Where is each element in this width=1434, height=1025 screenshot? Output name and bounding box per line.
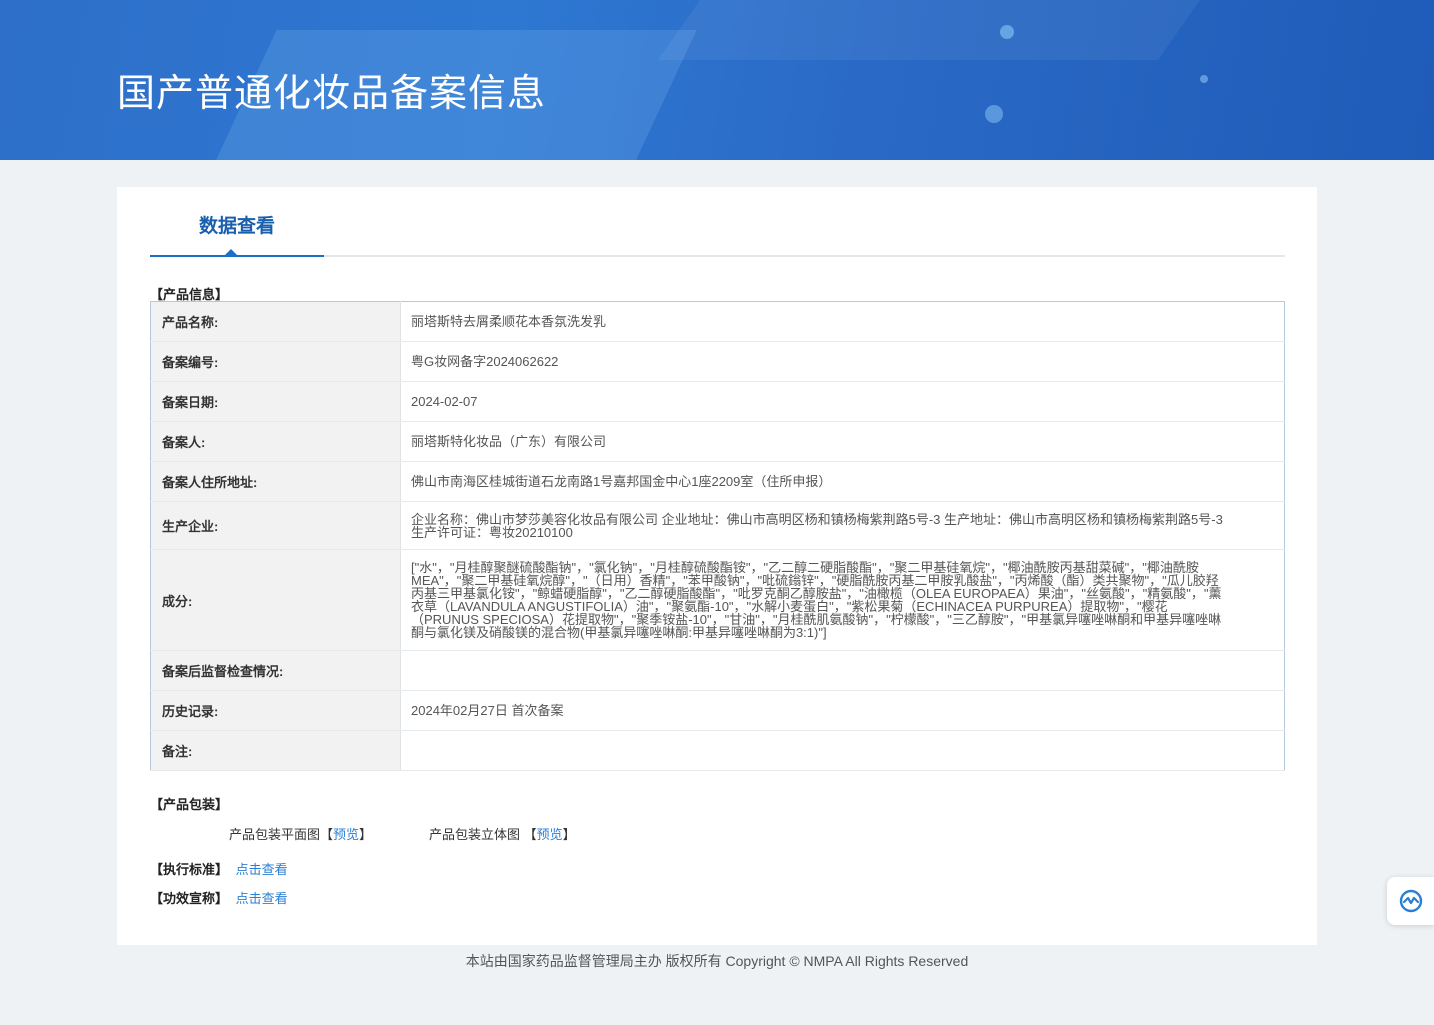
banner-dot (1000, 25, 1014, 39)
package-flat-label: 产品包装平面图 (229, 827, 321, 842)
row-value: 丽塔斯特化妆品（广东）有限公司 (400, 421, 1285, 462)
row-value: 丽塔斯特去屑柔顺花本香氛洗发乳 (400, 301, 1285, 342)
table-row: 备案日期: 2024-02-07 (150, 381, 1285, 422)
table-row: 备注: (150, 730, 1285, 771)
efficacy-claim-row: 【功效宣称】 点击查看 (150, 888, 288, 907)
row-value: 粤G妆网备字2024062622 (400, 341, 1285, 382)
row-key: 备案后监督检查情况: (150, 650, 401, 691)
accessibility-icon (1399, 889, 1422, 913)
banner-dot (985, 105, 1003, 123)
table-row: 生产企业: 企业名称：佛山市梦莎美容化妆品有限公司 企业地址：佛山市高明区杨和镇… (150, 501, 1285, 550)
table-row: 历史记录: 2024年02月27日 首次备案 (150, 690, 1285, 731)
table-row: 备案人: 丽塔斯特化妆品（广东）有限公司 (150, 421, 1285, 462)
table-row: 备案后监督检查情况: (150, 650, 1285, 691)
row-key: 历史记录: (150, 690, 401, 731)
footer: 本站由国家药品监督管理局主办 版权所有 Copyright © NMPA All… (465, 953, 969, 969)
row-key: 备案人: (150, 421, 401, 462)
bracket-close: 】 (359, 827, 373, 842)
section-exec-standard: 【执行标准】 (150, 862, 229, 877)
section-product-packaging: 【产品包装】 (150, 797, 229, 812)
row-value (400, 650, 1285, 691)
row-key: 成分: (150, 549, 401, 651)
table-row: 产品名称: 丽塔斯特去屑柔顺花本香氛洗发乳 (150, 301, 1285, 342)
exec-standard-link[interactable]: 点击查看 (236, 862, 288, 877)
product-info-table: 产品名称: 丽塔斯特去屑柔顺花本香氛洗发乳 备案编号: 粤G妆网备字202406… (150, 301, 1285, 771)
bracket-open: 【 (523, 827, 537, 842)
row-key: 备案编号: (150, 341, 401, 382)
content-card: 数据查看 【产品信息】 产品名称: 丽塔斯特去屑柔顺花本香氛洗发乳 备案编号: … (117, 187, 1317, 945)
page-title: 国产普通化妆品备案信息 (117, 73, 547, 115)
row-value (400, 730, 1285, 771)
exec-standard-row: 【执行标准】 点击查看 (150, 859, 288, 878)
bracket-close: 】 (562, 827, 576, 842)
efficacy-claim-link[interactable]: 点击查看 (236, 891, 288, 906)
package-solid-item: 产品包装立体图 【预览】 (429, 824, 576, 843)
row-value: 2024年02月27日 首次备案 (400, 690, 1285, 731)
table-row: 备案人住所地址: 佛山市南海区桂城街道石龙南路1号嘉邦国金中心1座2209室（住… (150, 461, 1285, 502)
accessibility-button[interactable] (1387, 877, 1434, 925)
tab-caret-icon (225, 249, 237, 255)
row-key: 备注: (150, 730, 401, 771)
section-efficacy-claim: 【功效宣称】 (150, 891, 229, 906)
package-solid-preview-link[interactable]: 预览 (537, 827, 563, 842)
banner-dot (1200, 75, 1208, 83)
table-row: 成分: ["水"，"月桂醇聚醚硫酸酯钠"，"氯化钠"，"月桂醇硫酸酯铵"，"乙二… (150, 549, 1285, 651)
row-value: ["水"，"月桂醇聚醚硫酸酯钠"，"氯化钠"，"月桂醇硫酸酯铵"，"乙二醇二硬脂… (400, 549, 1285, 651)
row-key: 备案日期: (150, 381, 401, 422)
row-value: 企业名称：佛山市梦莎美容化妆品有限公司 企业地址：佛山市高明区杨和镇杨梅紫荆路5… (400, 501, 1285, 550)
bracket-open: 【 (320, 827, 334, 842)
row-key: 产品名称: (150, 301, 401, 342)
package-solid-label: 产品包装立体图 (429, 827, 521, 842)
tab-data-view[interactable]: 数据查看 (150, 207, 324, 257)
row-value: 2024-02-07 (400, 381, 1285, 422)
table-row: 备案编号: 粤G妆网备字2024062622 (150, 341, 1285, 382)
tab-bar: 数据查看 (150, 207, 1285, 257)
row-key: 备案人住所地址: (150, 461, 401, 502)
package-flat-item: 产品包装平面图【预览】 (229, 824, 372, 843)
row-value: 佛山市南海区桂城街道石龙南路1号嘉邦国金中心1座2209室（住所申报） (400, 461, 1285, 502)
banner-decoration (657, 0, 1243, 60)
tab-label: 数据查看 (198, 216, 275, 237)
header-banner: 国产普通化妆品备案信息 (0, 0, 1434, 160)
row-key: 生产企业: (150, 501, 401, 550)
package-flat-preview-link[interactable]: 预览 (333, 827, 359, 842)
